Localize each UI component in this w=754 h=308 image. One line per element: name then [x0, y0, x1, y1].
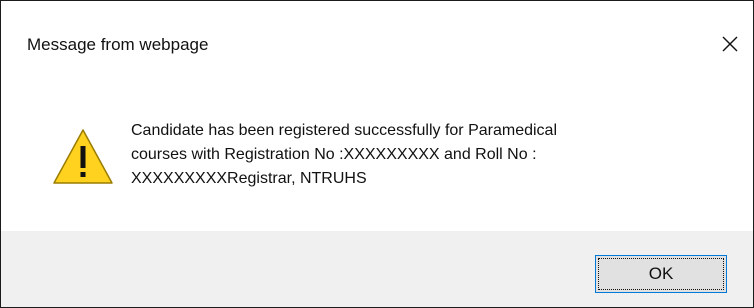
ok-button-label: OK	[598, 258, 724, 290]
ok-button[interactable]: OK	[595, 255, 727, 293]
message-dialog: Message from webpage Candidate has been …	[0, 0, 754, 308]
dialog-content: Candidate has been registered successful…	[1, 91, 753, 231]
close-icon	[722, 36, 738, 52]
message-line: Candidate has been registered successful…	[131, 122, 558, 139]
close-button[interactable]	[713, 27, 747, 61]
message-line: XXXXXXXXXRegistrar, NTRUHS	[131, 170, 367, 187]
dialog-title: Message from webpage	[27, 35, 209, 54]
message-line: courses with Registration No :XXXXXXXXX …	[131, 146, 537, 163]
dialog-footer: OK	[1, 231, 753, 307]
dialog-titlebar: Message from webpage	[1, 1, 753, 91]
dialog-message: Candidate has been registered successful…	[131, 119, 741, 191]
warning-icon	[51, 127, 115, 187]
